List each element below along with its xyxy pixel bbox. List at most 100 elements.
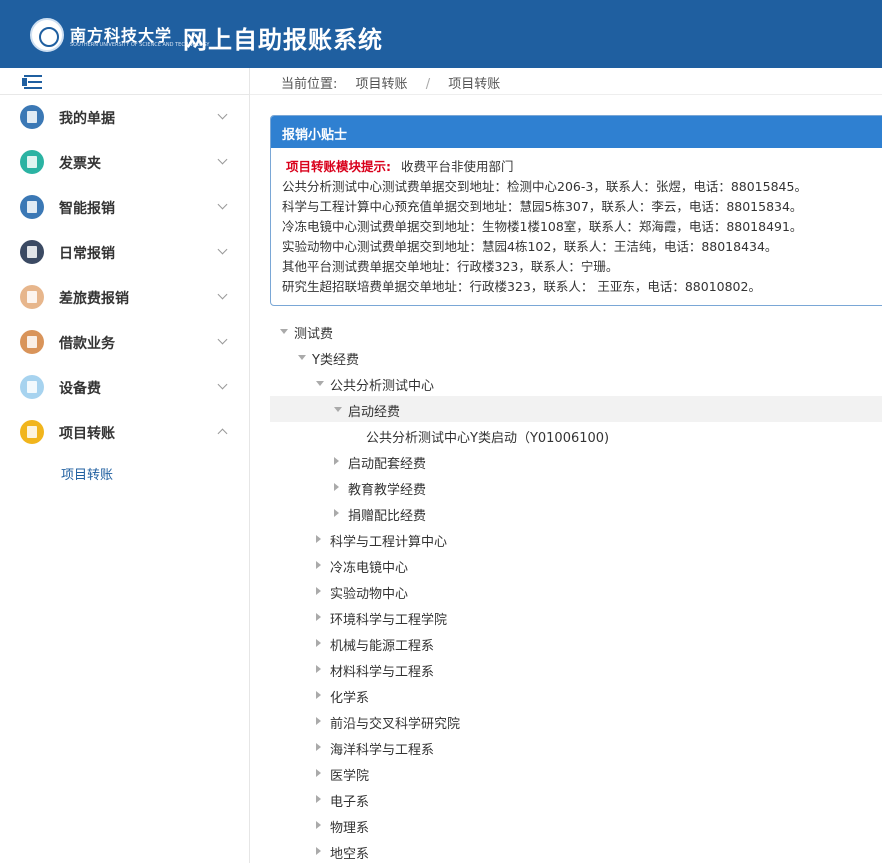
loan-icon — [20, 330, 44, 354]
caret-down-icon[interactable] — [298, 355, 306, 360]
tree-node-label: 冷冻电镜中心 — [330, 561, 409, 576]
breadcrumb-item-project-transfer[interactable]: 项目转账 — [356, 77, 408, 92]
tree-node-label: 公共分析测试中心Y类启动（Y01006100) — [366, 431, 610, 446]
tree-node-label: 启动经费 — [348, 405, 401, 420]
caret-right-icon[interactable] — [316, 561, 321, 569]
tree-node-label: 机械与能源工程系 — [330, 639, 435, 654]
sidebar-item[interactable]: 智能报销 — [0, 185, 249, 230]
tips-panel: 报销小贴士 项目转账模块提示: 收费平台非使用部门 公共分析测试中心测试费单据交到… — [270, 115, 882, 306]
caret-right-icon[interactable] — [316, 691, 321, 699]
breadcrumb-prefix: 当前位置: — [281, 77, 338, 92]
tree-node[interactable]: 启动经费 — [270, 396, 882, 422]
caret-right-icon[interactable] — [316, 847, 321, 855]
tree-node[interactable]: 医学院 — [270, 760, 882, 786]
chevron-down-icon — [217, 289, 228, 300]
smart-reimburse-icon — [20, 195, 44, 219]
sidebar-item[interactable]: 差旅费报销 — [0, 275, 249, 320]
tree-node[interactable]: 启动配套经费 — [270, 448, 882, 474]
sidebar-item[interactable]: 借款业务 — [0, 320, 249, 365]
submenu-item-label: 项目转账 — [61, 468, 114, 483]
tree-node-label: 教育教学经费 — [348, 483, 427, 498]
caret-down-icon[interactable] — [316, 381, 324, 386]
submenu-item[interactable]: 项目转账 — [0, 455, 249, 491]
caret-right-icon[interactable] — [316, 665, 321, 673]
caret-right-icon[interactable] — [316, 587, 321, 595]
sidebar-item-label: 借款业务 — [59, 336, 115, 352]
caret-right-icon[interactable] — [316, 613, 321, 621]
chevron-down-icon — [217, 334, 228, 345]
caret-right-icon[interactable] — [316, 769, 321, 777]
sidebar-item[interactable]: 日常报销 — [0, 230, 249, 275]
tips-line: 研究生超招联培费单据交单地址：行政楼323，联系人： 王亚东，电话：880108… — [282, 279, 761, 294]
tree-node[interactable]: 环境科学与工程学院 — [270, 604, 882, 630]
caret-right-icon[interactable] — [316, 639, 321, 647]
tree-node-label: 电子系 — [330, 795, 370, 810]
tree-node-label: 捐赠配比经费 — [348, 509, 427, 524]
tips-line: 其他平台测试费单据交单地址：行政楼323，联系人：宁珊。 — [282, 259, 619, 274]
tree-node-label: 实验动物中心 — [330, 587, 409, 602]
tree-node-label: 物理系 — [330, 821, 370, 836]
tree-node[interactable]: 物理系 — [270, 812, 882, 838]
tree-node[interactable]: 材料科学与工程系 — [270, 656, 882, 682]
equipment-icon — [20, 375, 44, 399]
caret-right-icon[interactable] — [316, 795, 321, 803]
tree-node[interactable]: 教育教学经费 — [270, 474, 882, 500]
car-icon — [20, 285, 44, 309]
tree-node-label: 化学系 — [330, 691, 370, 706]
caret-right-icon[interactable] — [316, 743, 321, 751]
tree-node[interactable]: 海洋科学与工程系 — [270, 734, 882, 760]
system-title: 网上自助报账系统 — [183, 26, 383, 54]
tree-node[interactable]: 电子系 — [270, 786, 882, 812]
content-divider — [250, 94, 882, 95]
tree-node[interactable]: 测试费 — [270, 318, 882, 344]
tips-line: 冷冻电镜中心测试费单据交到地址：生物楼1楼108室，联系人：郑海霞，电话：880… — [282, 219, 803, 234]
tips-line: 实验动物中心测试费单据交到地址：慧园4栋102，联系人：王洁纯，电话：88018… — [282, 239, 778, 254]
sidebar-item-label: 设备费 — [59, 381, 101, 397]
project-tree: 测试费 Y类经费公共分析测试中心启动经费公共分析测试中心Y类启动（Y0100610… — [270, 318, 882, 864]
sidebar-item[interactable]: 我的单据 — [0, 95, 249, 140]
tips-line: 公共分析测试中心测试费单据交到地址：检测中心206-3，联系人：张煜，电话：88… — [282, 179, 807, 194]
tips-title: 报销小贴士 — [271, 116, 882, 148]
chevron-down-icon — [217, 154, 228, 165]
caret-down-icon[interactable] — [334, 407, 342, 412]
sidebar-item-label: 差旅费报销 — [59, 291, 129, 307]
sidebar-item[interactable]: 发票夹 — [0, 140, 249, 185]
app-header: 南方科技大学 SOUTHERN UNIVERSITY OF SCIENCE AN… — [0, 0, 882, 68]
caret-right-icon[interactable] — [334, 457, 339, 465]
breadcrumb: 当前位置: 项目转账 / 项目转账 — [281, 73, 514, 92]
tree-node[interactable]: Y类经费 — [270, 344, 882, 370]
tree-node[interactable]: 捐赠配比经费 — [270, 500, 882, 526]
sidebar-item-label: 日常报销 — [59, 246, 115, 262]
document-icon — [20, 105, 44, 129]
sidebar-item[interactable]: 设备费 — [0, 365, 249, 410]
caret-right-icon[interactable] — [316, 535, 321, 543]
caret-down-icon[interactable] — [280, 329, 288, 334]
tree-node[interactable]: 科学与工程计算中心 — [270, 526, 882, 552]
tree-node-label: 地空系 — [330, 847, 370, 862]
tree-node[interactable]: 实验动物中心 — [270, 578, 882, 604]
tree-node[interactable]: 化学系 — [270, 682, 882, 708]
tree-node[interactable]: 冷冻电镜中心 — [270, 552, 882, 578]
chevron-down-icon — [217, 244, 228, 255]
tips-first-line-text: 收费平台非使用部门 — [401, 159, 514, 174]
tree-node-label: 海洋科学与工程系 — [330, 743, 435, 758]
breadcrumb-item-current: 项目转账 — [448, 77, 501, 92]
breadcrumb-separator: / — [425, 77, 431, 92]
caret-right-icon[interactable] — [334, 509, 339, 517]
sidebar-item-label: 项目转账 — [59, 426, 115, 442]
tree-node[interactable]: 机械与能源工程系 — [270, 630, 882, 656]
caret-right-icon[interactable] — [316, 821, 321, 829]
tree-node[interactable]: 公共分析测试中心 — [270, 370, 882, 396]
tree-node[interactable]: 公共分析测试中心Y类启动（Y01006100) — [270, 422, 882, 448]
tree-node[interactable]: 地空系 — [270, 838, 882, 864]
tree-node-label: 公共分析测试中心 — [330, 379, 435, 394]
caret-right-icon[interactable] — [316, 717, 321, 725]
tree-node-label: 材料科学与工程系 — [330, 665, 435, 680]
sidebar-item[interactable]: 项目转账 — [0, 410, 249, 455]
tree-node-label: 启动配套经费 — [348, 457, 427, 472]
tree-node[interactable]: 前沿与交叉科学研究院 — [270, 708, 882, 734]
tree-node-label: 环境科学与工程学院 — [330, 613, 448, 628]
tree-node-label: 测试费 — [294, 327, 334, 342]
menu-collapse-icon[interactable] — [20, 72, 44, 92]
caret-right-icon[interactable] — [334, 483, 339, 491]
